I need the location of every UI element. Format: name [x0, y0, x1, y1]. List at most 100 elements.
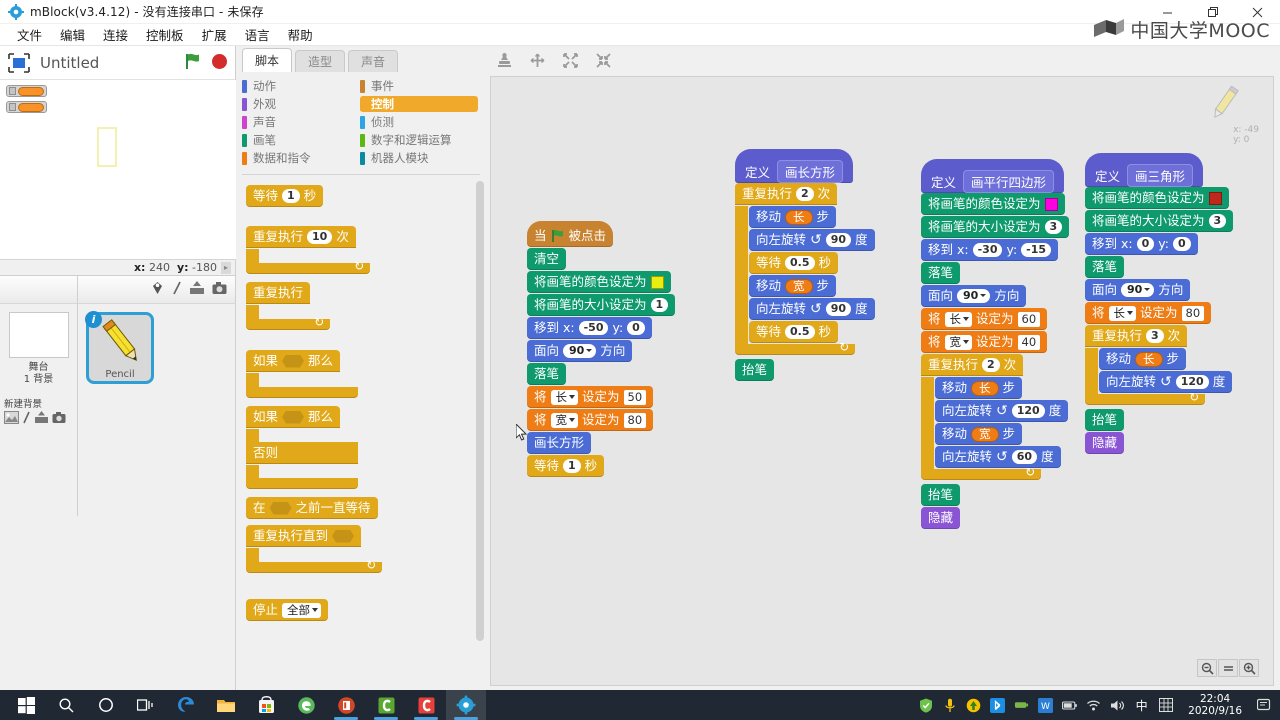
repeat-header[interactable]: 重复执行 3 次: [1085, 325, 1188, 347]
block-input[interactable]: 60: [1017, 311, 1041, 327]
keyboard-icon[interactable]: [1158, 698, 1173, 713]
menu-file[interactable]: 文件: [8, 23, 51, 46]
block-input[interactable]: 1: [650, 298, 669, 312]
category-robots[interactable]: 机器人模块: [360, 150, 478, 166]
palette-block-if[interactable]: 如果 那么: [246, 350, 486, 398]
usb-icon[interactable]: [1014, 698, 1029, 713]
variable-reporter[interactable]: 长: [971, 380, 999, 396]
category-operators[interactable]: 数字和逻辑运算: [360, 132, 478, 148]
menu-language[interactable]: 语言: [236, 23, 279, 46]
ime-icon[interactable]: 中: [1134, 698, 1149, 713]
powerpoint-icon[interactable]: [326, 690, 366, 720]
edge-icon[interactable]: [166, 690, 206, 720]
block-set-pen-size[interactable]: 将画笔的大小设定为 3: [921, 216, 1070, 238]
search-icon[interactable]: [46, 690, 86, 720]
block-clear[interactable]: 清空: [527, 248, 567, 270]
if-header[interactable]: 如果 那么: [246, 350, 341, 372]
block-input[interactable]: 3: [1044, 220, 1063, 234]
zoom-reset-button[interactable]: [1218, 659, 1238, 677]
block-set-pen-size[interactable]: 将画笔的大小设定为 1: [527, 294, 676, 316]
block-turn-left[interactable]: 向左旋转 ↻ 60 度: [935, 446, 1061, 468]
tab-costumes[interactable]: 造型: [295, 50, 346, 72]
start-icon[interactable]: [6, 690, 46, 720]
add-icon[interactable]: [529, 52, 546, 69]
update-icon[interactable]: [966, 698, 981, 713]
wifi-icon[interactable]: [1086, 698, 1101, 713]
variable-dropdown[interactable]: 长: [550, 389, 579, 405]
block-wait[interactable]: 等待 0.5 秒: [749, 321, 839, 343]
menu-extensions[interactable]: 扩展: [193, 23, 236, 46]
block-move-width[interactable]: 移动 宽 步: [749, 275, 837, 297]
shrink-icon[interactable]: [595, 52, 612, 69]
c-red-icon[interactable]: [406, 690, 446, 720]
block-pen-up[interactable]: 抬笔: [921, 484, 961, 506]
script-stack-triangle[interactable]: 定义 画三角形 将画笔的颜色设定为 将画笔的大小设定为 3 移到 x: 0 y:…: [1085, 153, 1234, 455]
block-goto-xy[interactable]: 移到 x: -50 y: 0: [527, 317, 652, 339]
pen-backdrop-icon[interactable]: [22, 411, 31, 427]
palette-block-repeatuntil[interactable]: 重复执行直到: [246, 525, 486, 573]
palette-block-ifelse[interactable]: 如果 那么 否则: [246, 406, 486, 489]
block-turn-left[interactable]: 向左旋转 ↻ 120 度: [1099, 371, 1233, 393]
block-input[interactable]: 10: [307, 230, 333, 244]
block-point-in-direction[interactable]: 面向 90 方向: [921, 285, 1027, 307]
block-move-length[interactable]: 移动 长 步: [1099, 348, 1187, 370]
forever-header[interactable]: 重复执行: [246, 282, 311, 304]
block-move-length[interactable]: 移动 长 步: [935, 377, 1023, 399]
block-repeat-triangle[interactable]: 重复执行 3 次 移动 长 步 向左旋转 ↻ 120 度 ↺: [1085, 325, 1233, 405]
c-green-icon[interactable]: [366, 690, 406, 720]
notification-icon[interactable]: [1257, 698, 1272, 713]
direction-dropdown[interactable]: 90: [957, 289, 991, 303]
block-input[interactable]: 40: [1017, 334, 1041, 350]
browser-icon[interactable]: [286, 690, 326, 720]
repeatuntil-header[interactable]: 重复执行直到: [246, 525, 362, 547]
block-set-var-length[interactable]: 将 长 设定为 80: [1085, 302, 1212, 324]
block-call-draw-rectangle[interactable]: 画长方形: [527, 432, 592, 454]
block-input-x[interactable]: -50: [578, 321, 609, 335]
block-repeat-rect[interactable]: 重复执行 2 次 移动 长 步 向左旋转 ↻ 90 度 等待 0.5 秒 移动 …: [735, 183, 875, 355]
category-motion[interactable]: 动作: [242, 78, 360, 94]
fullscreen-icon[interactable]: [8, 52, 30, 73]
block-move-length[interactable]: 移动 长 步: [749, 206, 837, 228]
direction-dropdown[interactable]: 90: [1121, 283, 1155, 297]
camera-backdrop-icon[interactable]: [52, 411, 66, 427]
variable-reporter[interactable]: 长: [1135, 351, 1163, 367]
paint-backdrop-icon[interactable]: [4, 411, 19, 427]
stop-dropdown[interactable]: 全部: [282, 602, 322, 618]
category-data[interactable]: 数据和指令: [242, 150, 360, 166]
menu-edit[interactable]: 编辑: [51, 23, 94, 46]
boolean-slot[interactable]: [282, 354, 305, 368]
palette-block-wait[interactable]: 等待 1 秒: [246, 185, 324, 207]
paint-sprite-icon[interactable]: [150, 281, 165, 298]
block-set-pen-size[interactable]: 将画笔的大小设定为 3: [1085, 210, 1234, 232]
sprite-item-pencil[interactable]: i Pencil: [85, 311, 154, 384]
script-stack-rectangle[interactable]: 定义 画长方形 重复执行 2 次 移动 长 步 向左旋转 ↻ 90 度 等待 0…: [735, 149, 875, 382]
direction-dropdown[interactable]: 90: [563, 344, 597, 358]
block-turn-left[interactable]: 向左旋转 ↻ 120 度: [935, 400, 1069, 422]
block-set-pen-color[interactable]: 将画笔的颜色设定为: [527, 271, 671, 293]
variable-dropdown[interactable]: 宽: [550, 412, 579, 428]
cortana-icon[interactable]: [86, 690, 126, 720]
category-pen[interactable]: 画笔: [242, 132, 360, 148]
store-icon[interactable]: [246, 690, 286, 720]
variable-dropdown[interactable]: 宽: [944, 334, 973, 350]
volume-icon[interactable]: [1110, 698, 1125, 713]
boolean-slot[interactable]: [332, 529, 355, 543]
block-point-in-direction[interactable]: 面向 90 方向: [527, 340, 633, 362]
bluetooth-icon[interactable]: [990, 697, 1006, 713]
block-input-x[interactable]: -30: [972, 243, 1003, 257]
pen-color-swatch[interactable]: [1208, 191, 1222, 205]
script-canvas[interactable]: x: -49 y: 0 当 被点击 清空 将画笔的颜色设定为 将画笔的大小设定为…: [490, 76, 1274, 686]
palette-block-repeat[interactable]: 重复执行 10 次: [246, 226, 486, 274]
block-hide[interactable]: 隐藏: [921, 507, 961, 529]
block-wait[interactable]: 等待 1 秒: [527, 455, 605, 477]
tab-sounds[interactable]: 声音: [348, 50, 399, 72]
tab-scripts[interactable]: 脚本: [242, 48, 293, 72]
green-flag-icon[interactable]: [184, 52, 202, 70]
ifelse-header[interactable]: 如果 那么: [246, 406, 341, 428]
variable-dropdown[interactable]: 长: [1108, 305, 1137, 321]
block-turn-left[interactable]: 向左旋转 ↻ 90 度: [749, 298, 875, 320]
block-set-var-length[interactable]: 将 长 设定为 60: [921, 308, 1048, 330]
category-sensing[interactable]: 侦测: [360, 114, 478, 130]
palette-block-forever[interactable]: 重复执行: [246, 282, 486, 330]
category-looks[interactable]: 外观: [242, 96, 360, 112]
